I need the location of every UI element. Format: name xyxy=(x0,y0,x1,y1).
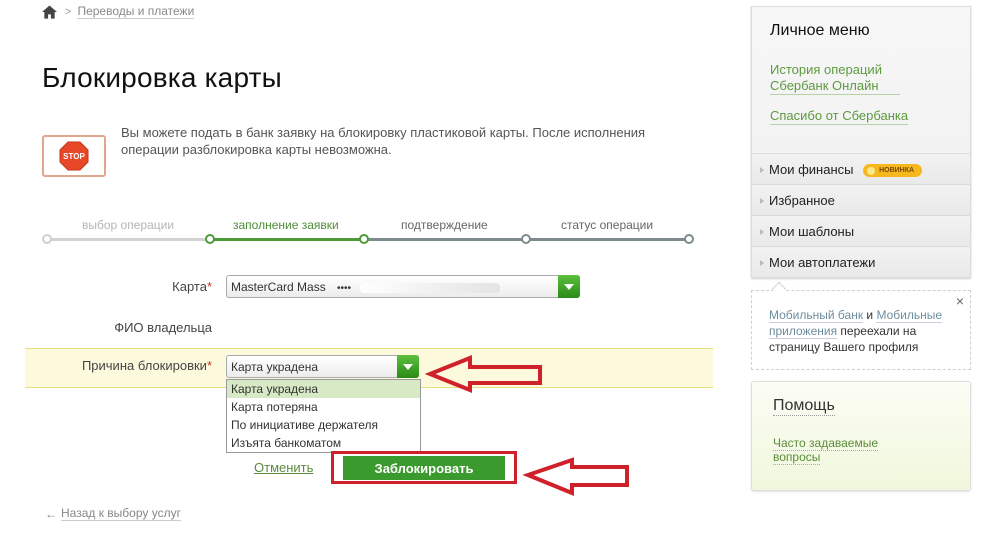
step-dot-5 xyxy=(684,234,694,244)
required-mark: * xyxy=(206,358,212,373)
caret-right-icon xyxy=(760,167,764,173)
close-icon[interactable]: × xyxy=(956,293,964,309)
caret-right-icon xyxy=(760,198,764,204)
block-notice-text: Вы можете подать в банк заявку на блокир… xyxy=(121,125,646,157)
step-dot-1 xyxy=(42,234,52,244)
reason-option-lost[interactable]: Карта потеряна xyxy=(227,398,420,416)
reason-select[interactable]: Карта украдена xyxy=(226,355,419,378)
menu-item-autopayments[interactable]: Мои автоплатежи xyxy=(752,246,970,277)
personal-menu-title: Личное меню xyxy=(770,22,870,39)
caret-right-icon xyxy=(760,229,764,235)
menu-item-label: Мои автоплатежи xyxy=(769,255,876,270)
step-label-select-operation: выбор операции xyxy=(82,218,175,232)
block-card-button[interactable]: Заблокировать xyxy=(343,456,505,480)
menu-item-label: Избранное xyxy=(769,193,835,208)
card-label-text: Карта xyxy=(172,279,207,294)
step-dot-2 xyxy=(205,234,215,244)
step-line-pending-2 xyxy=(526,238,688,241)
notice-text-and: и xyxy=(863,308,877,322)
annotation-arrow-reason xyxy=(425,355,542,393)
caret-right-icon xyxy=(760,260,764,266)
stop-sign-icon: STOP xyxy=(42,135,106,177)
back-to-services-link[interactable]: ← Назад к выбору услуг xyxy=(45,506,181,521)
card-select-value: MasterCard Mass xyxy=(231,280,326,294)
reason-label-text: Причина блокировки xyxy=(81,358,207,373)
card-masked-number: •••• xyxy=(337,283,352,294)
menu-item-my-finances[interactable]: Мои финансы НОВИНКА xyxy=(752,153,970,184)
owner-label: ФИО владельца xyxy=(114,320,212,335)
step-line-pending-1 xyxy=(364,238,526,241)
breadcrumb: > Переводы и платежи xyxy=(42,5,195,19)
back-link-label: Назад к выбору услуг xyxy=(61,506,181,521)
menu-item-label: Мои шаблоны xyxy=(769,224,855,239)
menu-item-templates[interactable]: Мои шаблоны xyxy=(752,215,970,246)
step-line-done xyxy=(46,238,210,241)
step-label-confirmation: подтверждение xyxy=(401,218,488,232)
required-mark: * xyxy=(206,279,212,294)
help-title[interactable]: Помощь xyxy=(773,396,835,416)
page-title: Блокировка карты xyxy=(42,62,282,93)
annotation-arrow-submit xyxy=(522,457,629,496)
faq-link[interactable]: Часто задаваемые вопросы xyxy=(773,436,893,465)
progress-steps: выбор операции заполнение заявки подтвер… xyxy=(42,216,697,246)
breadcrumb-separator: > xyxy=(65,6,72,18)
arrow-left-icon: ← xyxy=(45,506,57,521)
mobile-bank-link[interactable]: Мобильный банк xyxy=(769,308,864,323)
new-badge: НОВИНКА xyxy=(863,164,923,178)
reason-option-atm-retained[interactable]: Изъята банкоматом xyxy=(227,434,420,452)
step-line-current xyxy=(210,238,364,241)
badge-label: НОВИНКА xyxy=(879,167,915,175)
chevron-down-icon[interactable] xyxy=(558,275,580,298)
menu-item-favorites[interactable]: Избранное xyxy=(752,184,970,215)
mobile-bank-notice: × Мобильный банк и Мобильные приложения … xyxy=(751,281,971,370)
step-dot-4 xyxy=(521,234,531,244)
reason-select-value: Карта украдена xyxy=(231,360,319,374)
reason-option-stolen[interactable]: Карта украдена xyxy=(227,380,420,398)
help-card: Помощь Часто задаваемые вопросы xyxy=(751,381,971,491)
breadcrumb-link-transfers[interactable]: Переводы и платежи xyxy=(77,5,195,19)
cancel-link[interactable]: Отменить xyxy=(254,460,313,475)
home-icon[interactable] xyxy=(42,5,57,19)
reason-dropdown-list: Карта украдена Карта потеряна По инициат… xyxy=(226,379,421,453)
reason-label: Причина блокировки* xyxy=(40,358,212,373)
reason-option-holder-initiative[interactable]: По инициативе держателя xyxy=(227,416,420,434)
menu-item-label: Мои финансы xyxy=(769,162,854,177)
operations-history-link[interactable]: История операций Сбербанк Онлайн xyxy=(770,62,900,95)
personal-menu: Личное меню История операций Сбербанк Он… xyxy=(751,6,971,278)
spasibo-link[interactable]: Спасибо от Сбербанка xyxy=(770,108,909,125)
gear-icon xyxy=(867,166,876,175)
faq-link-label: Часто задаваемые вопросы xyxy=(773,436,879,465)
card-label: Карта* xyxy=(100,279,212,294)
stop-sign-label: STOP xyxy=(63,152,85,161)
card-number-redacted xyxy=(360,282,501,293)
notice-caret xyxy=(771,281,787,297)
card-select[interactable]: MasterCard Mass •••• xyxy=(226,275,580,298)
step-label-fill-request: заполнение заявки xyxy=(233,218,339,232)
step-dot-3 xyxy=(359,234,369,244)
chevron-down-icon[interactable] xyxy=(397,355,419,378)
step-label-status: статус операции xyxy=(561,218,654,232)
